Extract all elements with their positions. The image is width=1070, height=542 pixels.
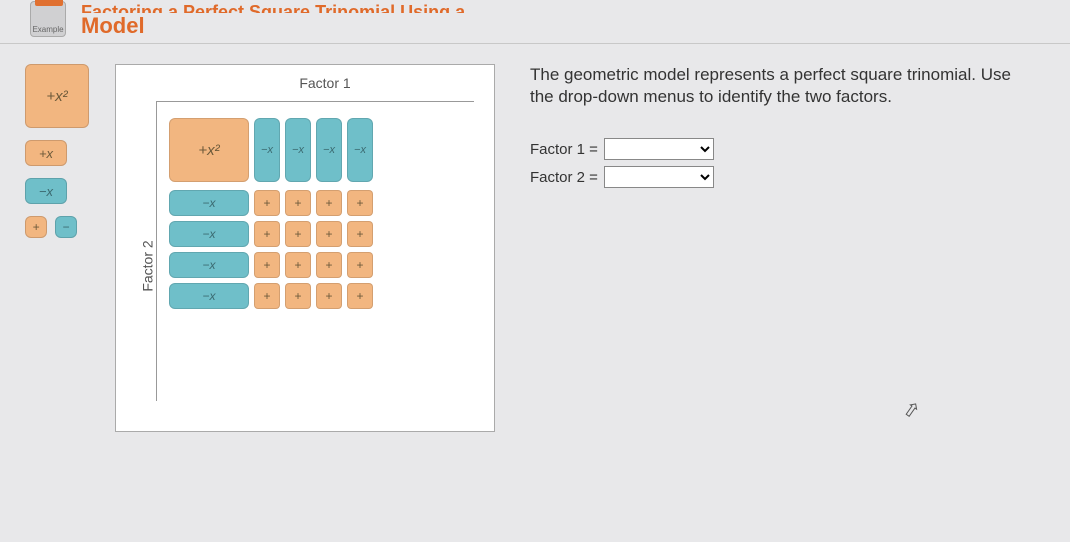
palette-tile-minus-unit[interactable]: − xyxy=(55,216,77,238)
grid-tile-col-x[interactable]: −x xyxy=(347,118,373,182)
grid-top-row: +x² −x −x −x −x xyxy=(169,118,464,182)
grid-tile-unit[interactable]: + xyxy=(347,283,373,309)
grid-tile-row-x[interactable]: −x xyxy=(169,252,249,278)
factor2-label: Factor 2 = xyxy=(530,169,598,186)
grid-tile-unit[interactable]: + xyxy=(347,221,373,247)
tile-grid[interactable]: +x² −x −x −x −x −x + + + + −x + + + + xyxy=(156,101,474,401)
factor1-label: Factor 1 = xyxy=(530,141,598,158)
grid-tile-col-x[interactable]: −x xyxy=(254,118,280,182)
title-bottom: Model xyxy=(81,15,465,37)
grid-tile-unit[interactable]: + xyxy=(316,221,342,247)
grid-tile-row-x[interactable]: −x xyxy=(169,190,249,216)
grid-row: −x + + + + xyxy=(169,283,464,309)
palette-tile-x2[interactable]: +x² xyxy=(25,64,89,128)
grid-tile-col-x[interactable]: −x xyxy=(285,118,311,182)
palette-tile-plus-x[interactable]: +x xyxy=(25,140,67,166)
grid-row: −x + + + + xyxy=(169,190,464,216)
factor2-line: Factor 2 = xyxy=(530,166,1025,188)
grid-tile-unit[interactable]: + xyxy=(254,190,280,216)
factor1-axis-label: Factor 1 xyxy=(116,65,494,101)
palette-tile-minus-x[interactable]: −x xyxy=(25,178,67,204)
grid-row: −x + + + + xyxy=(169,221,464,247)
grid-tile-unit[interactable]: + xyxy=(285,190,311,216)
grid-tile-unit[interactable]: + xyxy=(347,252,373,278)
grid-tile-col-x[interactable]: −x xyxy=(316,118,342,182)
example-badge-label: Example xyxy=(32,25,63,34)
grid-tile-unit[interactable]: + xyxy=(285,221,311,247)
title-top: Factoring a Perfect Square Trinomial Usi… xyxy=(81,3,465,13)
question-panel: The geometric model represents a perfect… xyxy=(505,64,1055,432)
grid-tile-unit[interactable]: + xyxy=(316,190,342,216)
content: +x² +x −x + − Factor 1 Factor 2 +x² −x −… xyxy=(0,44,1070,442)
model-board: Factor 1 Factor 2 +x² −x −x −x −x −x + +… xyxy=(115,64,495,432)
factor1-dropdown[interactable] xyxy=(604,138,714,160)
grid-tile-unit[interactable]: + xyxy=(285,283,311,309)
factor1-line: Factor 1 = xyxy=(530,138,1025,160)
grid-row: −x + + + + xyxy=(169,252,464,278)
grid-tile-unit[interactable]: + xyxy=(285,252,311,278)
grid-tile-unit[interactable]: + xyxy=(347,190,373,216)
instructions-text: The geometric model represents a perfect… xyxy=(530,64,1025,108)
grid-tile-unit[interactable]: + xyxy=(254,252,280,278)
tile-palette: +x² +x −x + − xyxy=(25,64,105,432)
grid-tile-unit[interactable]: + xyxy=(254,221,280,247)
grid-tile-row-x[interactable]: −x xyxy=(169,283,249,309)
factor2-dropdown[interactable] xyxy=(604,166,714,188)
grid-tile-x2[interactable]: +x² xyxy=(169,118,249,182)
header: Example Factoring a Perfect Square Trino… xyxy=(0,0,1070,44)
grid-tile-unit[interactable]: + xyxy=(254,283,280,309)
grid-tile-unit[interactable]: + xyxy=(316,283,342,309)
factor2-axis-label: Factor 2 xyxy=(140,241,156,292)
example-badge: Example xyxy=(30,1,66,37)
palette-tile-plus-unit[interactable]: + xyxy=(25,216,47,238)
title-stack: Factoring a Perfect Square Trinomial Usi… xyxy=(81,3,465,37)
grid-tile-unit[interactable]: + xyxy=(316,252,342,278)
grid-tile-row-x[interactable]: −x xyxy=(169,221,249,247)
